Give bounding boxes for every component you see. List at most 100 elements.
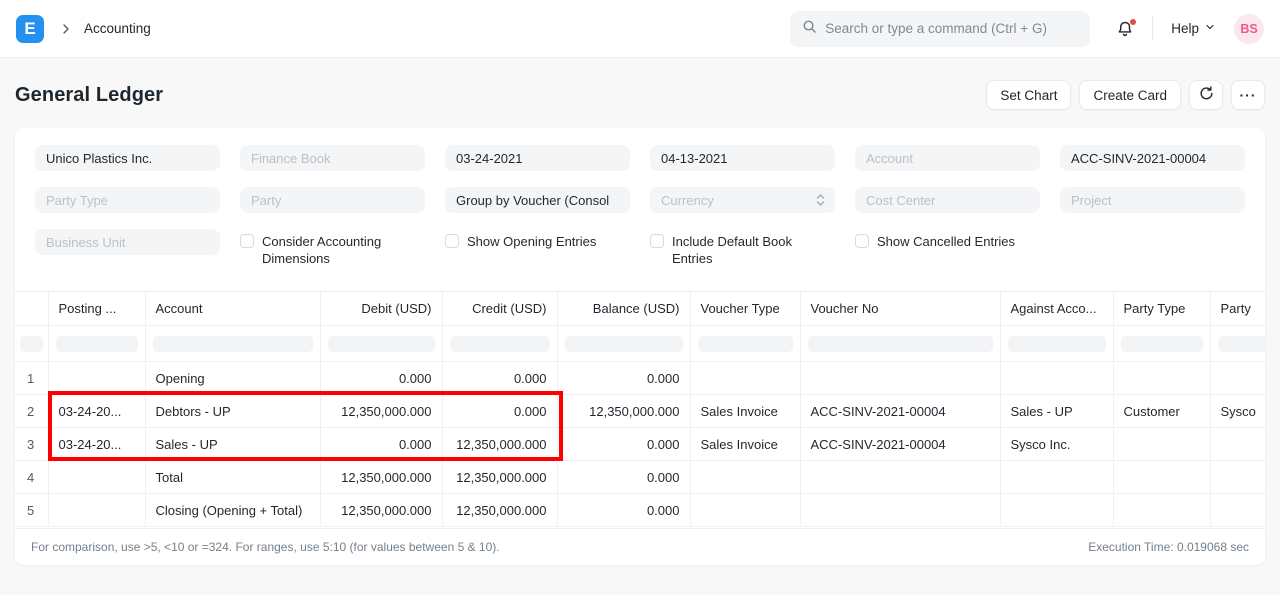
cell-debit[interactable]: 0.000 [320, 428, 442, 461]
cell-party-type[interactable] [1113, 362, 1210, 395]
business-unit-filter[interactable] [35, 229, 220, 255]
cell-party-type[interactable] [1113, 494, 1210, 527]
from-date-filter[interactable] [445, 145, 630, 171]
col-balance[interactable]: Balance (USD) [557, 292, 690, 326]
column-filter-input[interactable] [20, 336, 43, 352]
cell-voucher-no[interactable]: ACC-SINV-2021-00004 [800, 428, 1000, 461]
to-date-filter[interactable] [650, 145, 835, 171]
cell-debit[interactable]: 12,350,000.000 [320, 395, 442, 428]
cell-balance[interactable]: 0.000 [557, 428, 690, 461]
cell-voucher-type[interactable] [690, 362, 800, 395]
column-filter-input[interactable] [565, 336, 683, 352]
col-voucher-no[interactable]: Voucher No [800, 292, 1000, 326]
column-filter-input[interactable] [808, 336, 993, 352]
cell-voucher-type[interactable] [690, 461, 800, 494]
cell-against-account[interactable] [1000, 362, 1113, 395]
cell-party-type[interactable] [1113, 461, 1210, 494]
col-credit[interactable]: Credit (USD) [442, 292, 557, 326]
cell-voucher-no[interactable] [800, 494, 1000, 527]
col-against-account[interactable]: Against Acco... [1000, 292, 1113, 326]
column-filter-input[interactable] [153, 336, 313, 352]
breadcrumb-accounting[interactable]: Accounting [84, 21, 151, 36]
cell-party-type[interactable]: Customer [1113, 395, 1210, 428]
set-chart-button[interactable]: Set Chart [986, 80, 1071, 110]
cell-against-account[interactable] [1000, 461, 1113, 494]
cell-balance[interactable]: 0.000 [557, 494, 690, 527]
checkbox-show-cancelled-entries[interactable]: Show Cancelled Entries [855, 229, 1040, 250]
user-avatar[interactable]: BS [1234, 14, 1264, 44]
cell-credit[interactable]: 12,350,000.000 [442, 494, 557, 527]
menu-button[interactable]: ··· [1231, 80, 1265, 110]
group-by-filter[interactable] [445, 187, 630, 213]
cell-voucher-no[interactable] [800, 461, 1000, 494]
cell-party[interactable] [1210, 494, 1265, 527]
help-label: Help [1171, 21, 1199, 36]
column-filter-input[interactable] [698, 336, 793, 352]
cell-credit[interactable]: 12,350,000.000 [442, 461, 557, 494]
currency-filter[interactable] [650, 187, 835, 213]
help-menu[interactable]: Help [1171, 21, 1216, 36]
cell-voucher-type[interactable] [690, 494, 800, 527]
cell-credit[interactable]: 0.000 [442, 362, 557, 395]
cell-account[interactable]: Closing (Opening + Total) [145, 494, 320, 527]
cell-party[interactable] [1210, 428, 1265, 461]
cost-center-filter[interactable] [855, 187, 1040, 213]
cell-posting-date[interactable]: 03-24-20... [48, 428, 145, 461]
cell-party[interactable]: Sysco [1210, 395, 1265, 428]
col-account[interactable]: Account [145, 292, 320, 326]
col-posting-date[interactable]: Posting ... [48, 292, 145, 326]
cell-posting-date[interactable] [48, 494, 145, 527]
cell-credit[interactable]: 12,350,000.000 [442, 428, 557, 461]
col-voucher-type[interactable]: Voucher Type [690, 292, 800, 326]
cell-account[interactable]: Debtors - UP [145, 395, 320, 428]
cell-account[interactable]: Opening [145, 362, 320, 395]
column-filter-input[interactable] [1121, 336, 1203, 352]
cell-against-account[interactable] [1000, 494, 1113, 527]
cell-party[interactable] [1210, 461, 1265, 494]
party-type-filter[interactable] [35, 187, 220, 213]
col-debit[interactable]: Debit (USD) [320, 292, 442, 326]
col-party-type[interactable]: Party Type [1113, 292, 1210, 326]
search-input[interactable] [825, 21, 1078, 36]
cell-credit[interactable]: 0.000 [442, 395, 557, 428]
company-filter[interactable] [35, 145, 220, 171]
refresh-button[interactable] [1189, 80, 1223, 110]
column-filter-input[interactable] [56, 336, 138, 352]
cell-posting-date[interactable] [48, 362, 145, 395]
cell-posting-date[interactable] [48, 461, 145, 494]
checkbox-consider-accounting-dimensions[interactable]: Consider Accounting Dimensions [240, 229, 425, 267]
cell-voucher-type[interactable]: Sales Invoice [690, 428, 800, 461]
column-filter-input[interactable] [1218, 336, 1266, 352]
cell-voucher-no[interactable]: ACC-SINV-2021-00004 [800, 395, 1000, 428]
col-party[interactable]: Party [1210, 292, 1265, 326]
cell-voucher-type[interactable]: Sales Invoice [690, 395, 800, 428]
cell-party-type[interactable] [1113, 428, 1210, 461]
cell-debit[interactable]: 12,350,000.000 [320, 494, 442, 527]
cell-debit[interactable]: 0.000 [320, 362, 442, 395]
erpnext-logo[interactable]: E [16, 15, 44, 43]
cell-balance[interactable]: 0.000 [557, 461, 690, 494]
cell-party[interactable] [1210, 362, 1265, 395]
cell-balance[interactable]: 12,350,000.000 [557, 395, 690, 428]
column-filter-input[interactable] [1008, 336, 1106, 352]
cell-account[interactable]: Sales - UP [145, 428, 320, 461]
create-card-button[interactable]: Create Card [1079, 80, 1181, 110]
finance-book-filter[interactable] [240, 145, 425, 171]
cell-balance[interactable]: 0.000 [557, 362, 690, 395]
account-filter[interactable] [855, 145, 1040, 171]
cell-voucher-no[interactable] [800, 362, 1000, 395]
checkbox-show-opening-entries[interactable]: Show Opening Entries [445, 229, 630, 250]
cell-debit[interactable]: 12,350,000.000 [320, 461, 442, 494]
cell-posting-date[interactable]: 03-24-20... [48, 395, 145, 428]
notifications-bell-icon[interactable] [1116, 20, 1134, 38]
column-filter-input[interactable] [450, 336, 550, 352]
currency-select[interactable] [650, 187, 835, 213]
project-filter[interactable] [1060, 187, 1245, 213]
column-filter-input[interactable] [328, 336, 435, 352]
cell-against-account[interactable]: Sales - UP [1000, 395, 1113, 428]
voucher-no-filter[interactable] [1060, 145, 1245, 171]
party-filter[interactable] [240, 187, 425, 213]
cell-account[interactable]: Total [145, 461, 320, 494]
cell-against-account[interactable]: Sysco Inc. [1000, 428, 1113, 461]
checkbox-include-default-book-entries[interactable]: Include Default Book Entries [650, 229, 835, 267]
